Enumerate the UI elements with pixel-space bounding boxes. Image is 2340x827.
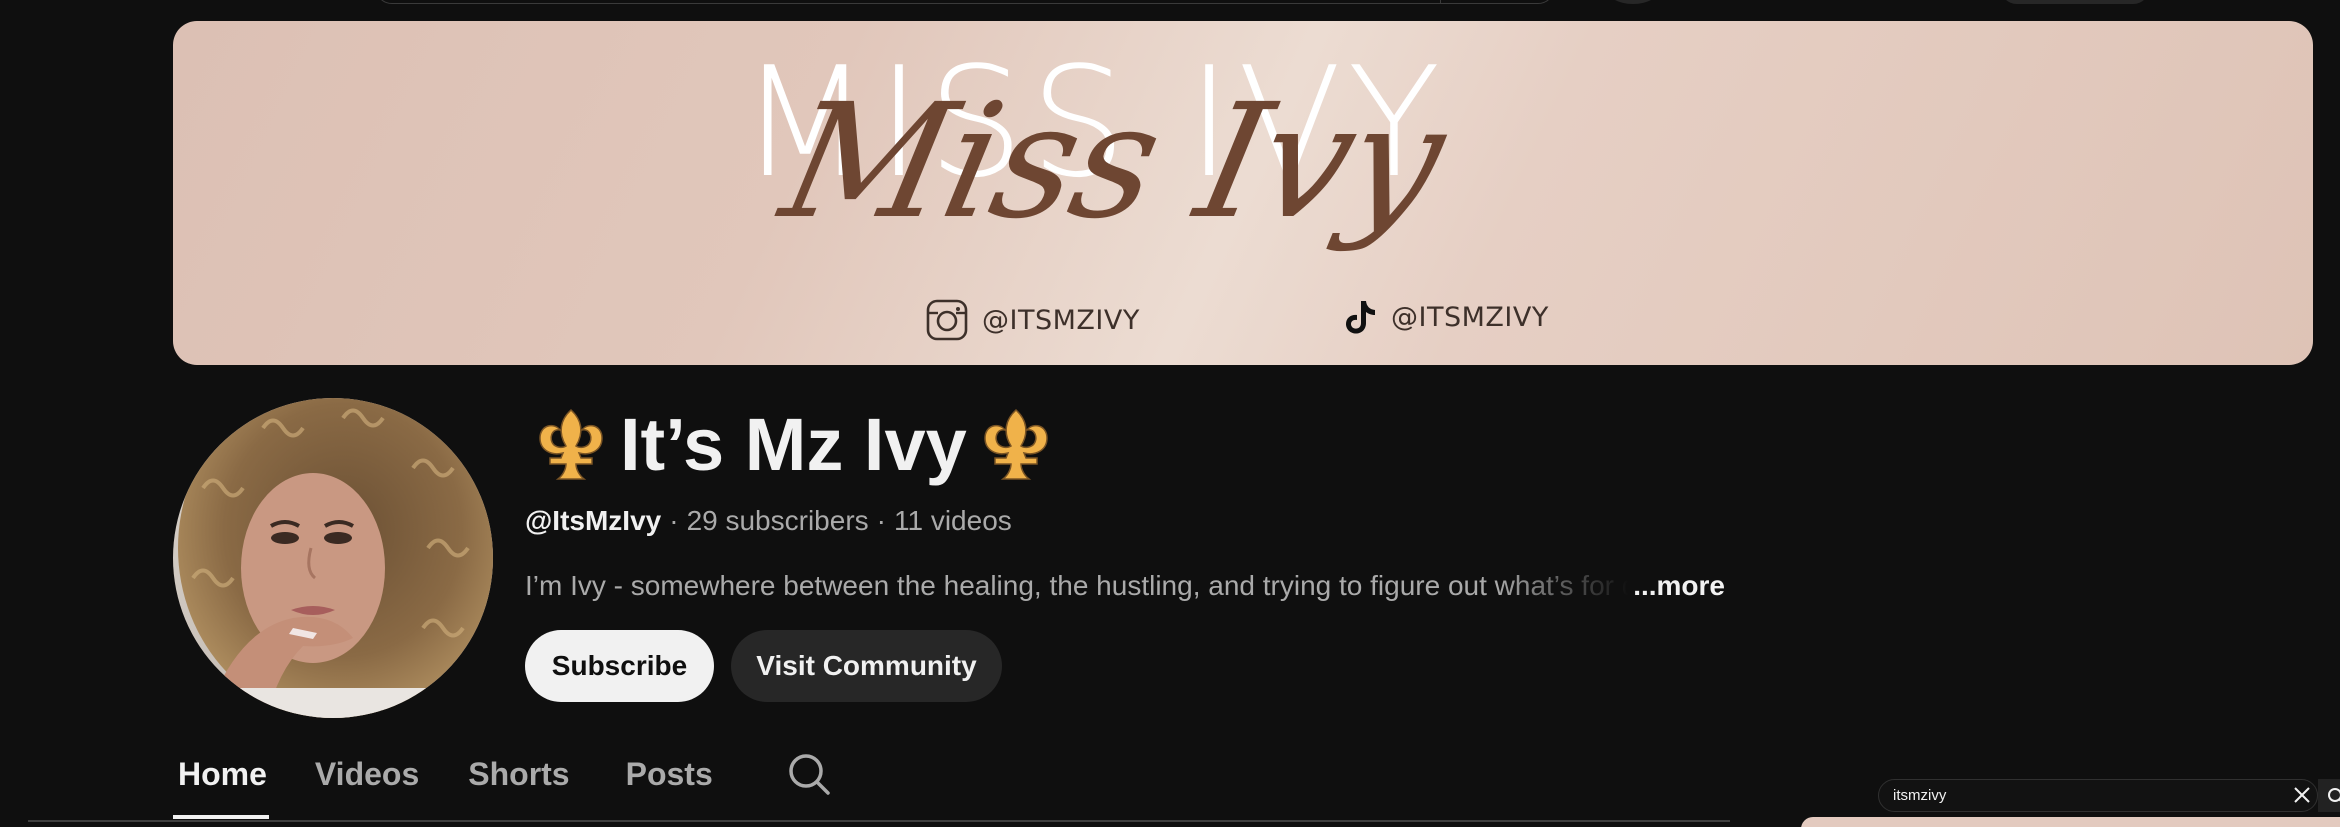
mini-preview-banner <box>1801 817 2340 827</box>
banner-instagram: @ITSMZIVY <box>926 299 1140 341</box>
subscribe-button[interactable]: Subscribe <box>525 630 714 702</box>
instagram-handle: @ITSMZIVY <box>982 304 1140 336</box>
fleur-de-lis-icon <box>539 408 603 480</box>
tab-home[interactable]: Home <box>178 748 267 800</box>
description-text: I’m Ivy - somewhere between the healing,… <box>525 570 1630 601</box>
masthead-voice-search-button[interactable] <box>1605 0 1661 4</box>
tab-shorts[interactable]: Shorts <box>468 748 569 800</box>
banner-script-title: Miss Ivy <box>768 70 1458 254</box>
fleur-de-lis-icon <box>984 408 1048 480</box>
meta-separator: · <box>669 505 679 536</box>
close-icon <box>2294 787 2310 803</box>
subscriber-count: 29 subscribers <box>686 505 869 536</box>
channel-description[interactable]: I’m Ivy - somewhere between the healing,… <box>525 570 1725 602</box>
channel-tabs: Home Videos Shorts Posts <box>173 748 831 800</box>
meta-separator: · <box>876 505 886 536</box>
description-more-link[interactable]: ...more <box>1633 570 1725 602</box>
channel-name: It’s Mz Ivy <box>620 403 967 486</box>
mini-search-clear-button[interactable] <box>2289 782 2315 808</box>
masthead-search-box[interactable] <box>375 0 1555 4</box>
tab-videos[interactable]: Videos <box>315 748 419 800</box>
tab-posts[interactable]: Posts <box>626 748 713 800</box>
mini-search-box[interactable] <box>1878 779 2318 812</box>
search-icon <box>788 754 830 795</box>
channel-avatar[interactable] <box>173 398 493 718</box>
video-count: 11 videos <box>893 505 1012 536</box>
masthead-create-button[interactable] <box>2000 0 2150 4</box>
mini-search-submit-button[interactable] <box>2318 779 2340 812</box>
channel-meta: @ItsMzIvy · 29 subscribers · 11 videos <box>525 505 1012 537</box>
tiktok-icon <box>1346 301 1375 334</box>
mini-search-input[interactable] <box>1893 787 2263 804</box>
tabs-divider <box>28 820 1730 822</box>
channel-page: MISS IVY Miss Ivy @ITSMZIVY @ITSMZIVY It… <box>0 0 2340 827</box>
search-icon <box>2328 787 2340 802</box>
channel-handle: @ItsMzIvy <box>525 505 662 536</box>
visit-community-button[interactable]: Visit Community <box>731 630 1002 702</box>
masthead-search-divider <box>1440 0 1441 4</box>
tab-search-button[interactable] <box>787 752 831 796</box>
instagram-icon <box>926 299 968 341</box>
tiktok-handle: @ITSMZIVY <box>1391 301 1549 333</box>
banner-tiktok: @ITSMZIVY <box>1343 299 1549 335</box>
channel-banner: MISS IVY Miss Ivy @ITSMZIVY @ITSMZIVY <box>173 21 2313 365</box>
channel-title: It’s Mz Ivy <box>536 408 1051 482</box>
avatar-photo <box>173 398 493 718</box>
active-tab-indicator <box>173 815 269 819</box>
